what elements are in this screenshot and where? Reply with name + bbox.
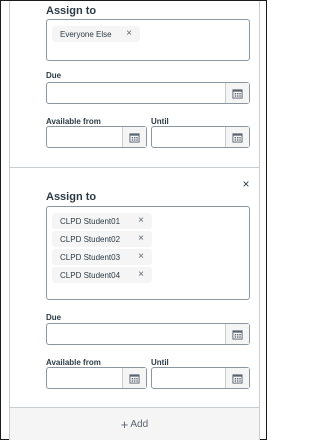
until-label: Until [151, 358, 169, 367]
assignee-name: CLPD Student03 [60, 252, 121, 262]
assignee-pill: CLPD Student03 × [52, 249, 152, 265]
remove-assignee-icon[interactable]: × [124, 28, 134, 40]
assignee-name: CLPD Student04 [60, 270, 121, 280]
remove-assignee-icon[interactable]: × [136, 269, 146, 281]
remove-assignee-icon[interactable]: × [136, 233, 146, 245]
add-label: Add [130, 418, 149, 430]
assignment-card-1: Assign to Everyone Else × Due Available … [10, 1, 259, 167]
calendar-icon[interactable] [225, 83, 249, 103]
plus-icon: + [120, 416, 129, 432]
calendar-icon[interactable] [122, 368, 146, 388]
assign-to-heading: Assign to [46, 5, 97, 17]
available-from-input[interactable] [46, 126, 147, 148]
assign-panel-inner: Assign to Everyone Else × Due Available … [9, 1, 260, 440]
calendar-icon[interactable] [225, 368, 249, 388]
assignee-name: CLPD Student01 [60, 216, 121, 226]
remove-assignee-icon[interactable]: × [136, 251, 146, 263]
assignee-name: Everyone Else [60, 29, 112, 39]
calendar-icon[interactable] [122, 127, 146, 147]
remove-assignee-icon[interactable]: × [136, 215, 146, 227]
assign-panel: Assign to Everyone Else × Due Available … [0, 0, 267, 440]
assign-to-heading: Assign to [46, 191, 97, 203]
card-divider [10, 167, 259, 168]
until-label: Until [151, 117, 169, 126]
assignee-pill: CLPD Student04 × [52, 267, 152, 283]
available-from-label: Available from [46, 117, 101, 126]
until-input[interactable] [151, 367, 250, 389]
assignee-pill: CLPD Student01 × [52, 213, 152, 229]
available-from-label: Available from [46, 358, 101, 367]
assign-to-input[interactable]: Everyone Else × [46, 19, 250, 61]
assignee-pill: Everyone Else × [52, 26, 140, 42]
due-date-input[interactable] [46, 323, 250, 345]
assign-to-input[interactable]: CLPD Student01 × CLPD Student02 × CLPD S… [46, 206, 250, 300]
calendar-icon[interactable] [225, 127, 249, 147]
until-input[interactable] [151, 126, 250, 148]
assignee-pill: CLPD Student02 × [52, 231, 152, 247]
calendar-icon[interactable] [225, 324, 249, 344]
due-label: Due [46, 71, 62, 80]
close-icon[interactable]: × [240, 178, 252, 190]
due-label: Due [46, 313, 62, 322]
assignee-name: CLPD Student02 [60, 234, 121, 244]
due-date-input[interactable] [46, 82, 250, 104]
available-from-input[interactable] [46, 367, 147, 389]
add-assignment-button[interactable]: + Add [10, 407, 259, 440]
